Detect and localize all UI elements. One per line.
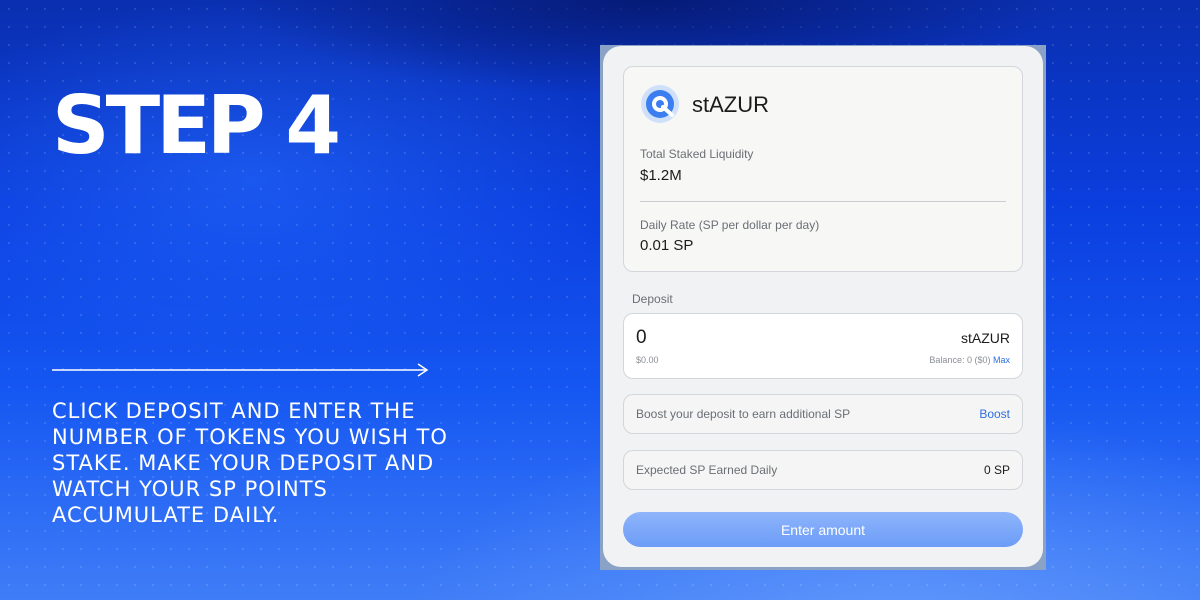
deposit-amount-input[interactable] [636, 326, 836, 350]
expected-sp-row: Expected SP Earned Daily 0 SP [623, 450, 1023, 490]
step-description: CLICK DEPOSIT AND ENTER THE NUMBER OF TO… [52, 399, 448, 527]
balance-text: Balance: 0 ($0) [929, 355, 991, 365]
enter-amount-button[interactable]: Enter amount [623, 512, 1023, 547]
deposit-field[interactable]: stAZUR $0.00 Balance: 0 ($0) Max [623, 313, 1023, 379]
stazur-logo-icon [641, 85, 679, 123]
deposit-usd-value: $0.00 [636, 355, 659, 365]
step-title: STEP 4 [52, 79, 341, 172]
max-button[interactable]: Max [993, 355, 1010, 365]
right-arrow-icon [52, 363, 429, 377]
token-name: stAZUR [692, 92, 769, 117]
deposit-token-label: stAZUR [961, 330, 1010, 346]
expected-sp-label: Expected SP Earned Daily [636, 463, 778, 477]
total-staked-label: Total Staked Liquidity [640, 147, 754, 161]
daily-rate-value: 0.01 SP [640, 237, 694, 254]
card-divider [640, 201, 1006, 202]
boost-row: Boost your deposit to earn additional SP… [623, 394, 1023, 434]
deposit-balance: Balance: 0 ($0) Max [929, 355, 1010, 365]
boost-button[interactable]: Boost [979, 407, 1010, 421]
total-staked-value: $1.2M [640, 167, 682, 184]
expected-sp-value: 0 SP [983, 463, 1010, 477]
token-info-card: stAZUR Total Staked Liquidity $1.2M Dail… [623, 66, 1023, 272]
boost-text: Boost your deposit to earn additional SP [636, 407, 851, 421]
daily-rate-label: Daily Rate (SP per dollar per day) [640, 218, 820, 232]
deposit-label: Deposit [632, 292, 673, 306]
staking-panel: stAZUR Total Staked Liquidity $1.2M Dail… [603, 46, 1043, 567]
